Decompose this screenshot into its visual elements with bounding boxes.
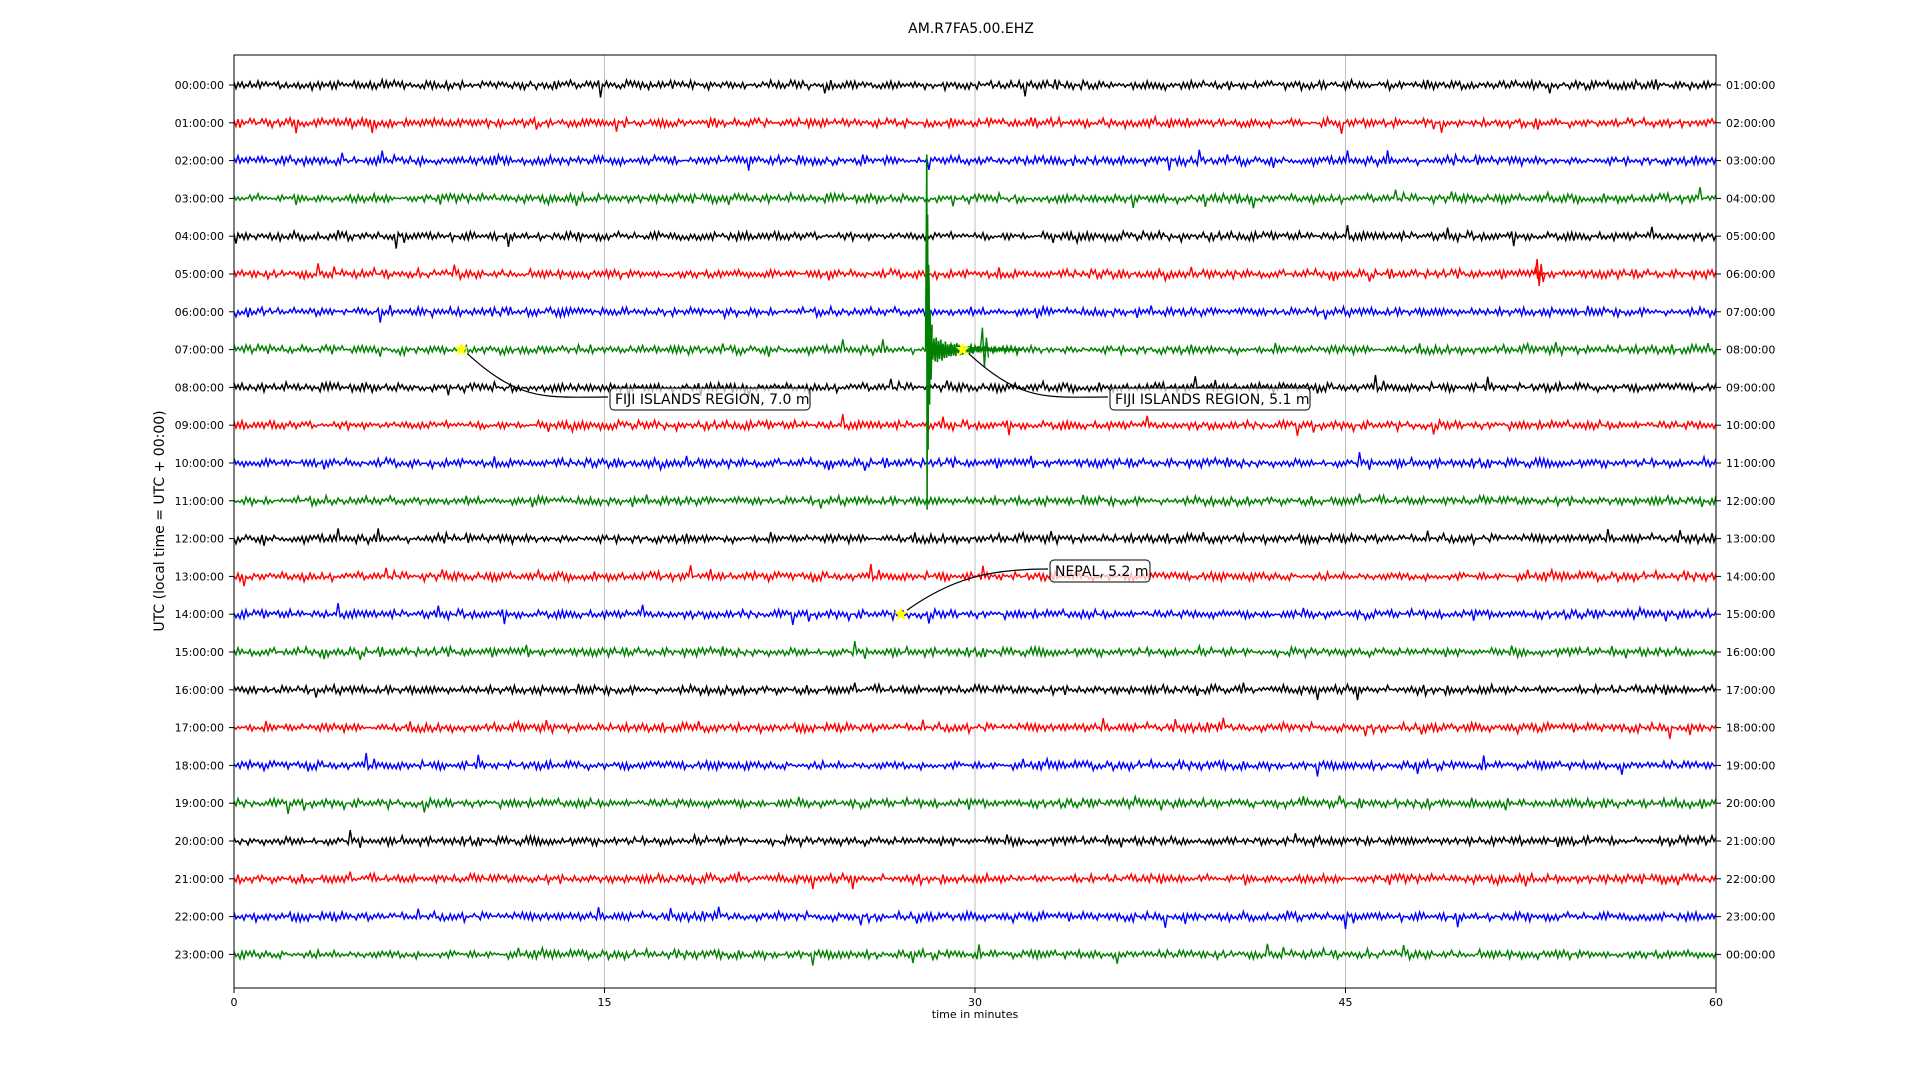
ytick-label-left-1: 01:00:00 xyxy=(175,117,224,130)
ytick-label-left-6: 06:00:00 xyxy=(175,306,224,319)
ytick-label-left-18: 18:00:00 xyxy=(175,759,224,772)
x-axis-label: time in minutes xyxy=(932,1008,1019,1021)
ytick-label-left-14: 14:00:00 xyxy=(175,608,224,621)
ytick-label-right-13: 14:00:00 xyxy=(1726,570,1775,583)
ytick-label-left-21: 21:00:00 xyxy=(175,873,224,886)
ytick-label-left-16: 16:00:00 xyxy=(175,684,224,697)
event-star-2 xyxy=(893,606,909,621)
ytick-label-right-10: 11:00:00 xyxy=(1726,457,1775,470)
ytick-label-left-15: 15:00:00 xyxy=(175,646,224,659)
ytick-label-left-10: 10:00:00 xyxy=(175,457,224,470)
ytick-label-right-6: 07:00:00 xyxy=(1726,306,1775,319)
event-star-0 xyxy=(453,341,469,356)
event-label-0: FIJI ISLANDS REGION, 7.0 m xyxy=(615,392,810,408)
event-label-2: NEPAL, 5.2 m xyxy=(1055,564,1149,580)
ytick-label-right-15: 16:00:00 xyxy=(1726,646,1775,659)
ytick-label-right-22: 23:00:00 xyxy=(1726,911,1775,924)
ytick-label-right-7: 08:00:00 xyxy=(1726,344,1775,357)
ytick-label-right-4: 05:00:00 xyxy=(1726,230,1775,243)
ytick-label-left-19: 19:00:00 xyxy=(175,797,224,810)
ytick-label-right-12: 13:00:00 xyxy=(1726,533,1775,546)
ytick-label-left-22: 22:00:00 xyxy=(175,911,224,924)
ytick-label-left-5: 05:00:00 xyxy=(175,268,224,281)
ytick-label-left-8: 08:00:00 xyxy=(175,381,224,394)
ytick-label-left-0: 00:00:00 xyxy=(175,79,224,92)
y-axis-label: UTC (local time = UTC + 00:00) xyxy=(152,410,168,631)
ytick-label-left-2: 02:00:00 xyxy=(175,155,224,168)
xtick-label-0: 0 xyxy=(231,996,238,1009)
chart-title: AM.R7FA5.00.EHZ xyxy=(908,21,1034,37)
seismogram-chart: AM.R7FA5.00.EHZ UTC (local time = UTC + … xyxy=(152,21,1775,1021)
ytick-label-right-0: 01:00:00 xyxy=(1726,79,1775,92)
ytick-label-right-21: 22:00:00 xyxy=(1726,873,1775,886)
ytick-label-left-17: 17:00:00 xyxy=(175,722,224,735)
ytick-label-left-4: 04:00:00 xyxy=(175,230,224,243)
ytick-label-right-18: 19:00:00 xyxy=(1726,759,1775,772)
ytick-label-right-2: 03:00:00 xyxy=(1726,155,1775,168)
ytick-label-right-19: 20:00:00 xyxy=(1726,797,1775,810)
ytick-label-right-3: 04:00:00 xyxy=(1726,192,1775,205)
ytick-label-left-11: 11:00:00 xyxy=(175,495,224,508)
ytick-label-right-11: 12:00:00 xyxy=(1726,495,1775,508)
event-label-1: FIJI ISLANDS REGION, 5.1 m xyxy=(1115,392,1310,408)
xtick-label-2: 30 xyxy=(968,996,982,1009)
xtick-label-3: 45 xyxy=(1339,996,1353,1009)
ytick-label-left-13: 13:00:00 xyxy=(175,570,224,583)
event-connector-1 xyxy=(968,353,1109,398)
earthquake-arrival xyxy=(924,154,1023,510)
ytick-label-right-9: 10:00:00 xyxy=(1726,419,1775,432)
ytick-label-left-9: 09:00:00 xyxy=(175,419,224,432)
xtick-label-1: 15 xyxy=(598,996,612,1009)
ytick-label-left-3: 03:00:00 xyxy=(175,192,224,205)
ytick-label-right-8: 09:00:00 xyxy=(1726,381,1775,394)
x-ticks: 0 15 30 45 60 xyxy=(231,988,1723,1009)
ytick-label-left-7: 07:00:00 xyxy=(175,344,224,357)
ytick-label-right-1: 02:00:00 xyxy=(1726,117,1775,130)
ytick-label-left-20: 20:00:00 xyxy=(175,835,224,848)
ytick-label-right-14: 15:00:00 xyxy=(1726,608,1775,621)
ytick-label-left-23: 23:00:00 xyxy=(175,948,224,961)
ytick-label-right-20: 21:00:00 xyxy=(1726,835,1775,848)
ytick-label-right-17: 18:00:00 xyxy=(1726,722,1775,735)
ytick-label-left-12: 12:00:00 xyxy=(175,533,224,546)
ytick-label-right-5: 06:00:00 xyxy=(1726,268,1775,281)
xtick-label-4: 60 xyxy=(1709,996,1723,1009)
ytick-label-right-16: 17:00:00 xyxy=(1726,684,1775,697)
ytick-label-right-23: 00:00:00 xyxy=(1726,948,1775,961)
